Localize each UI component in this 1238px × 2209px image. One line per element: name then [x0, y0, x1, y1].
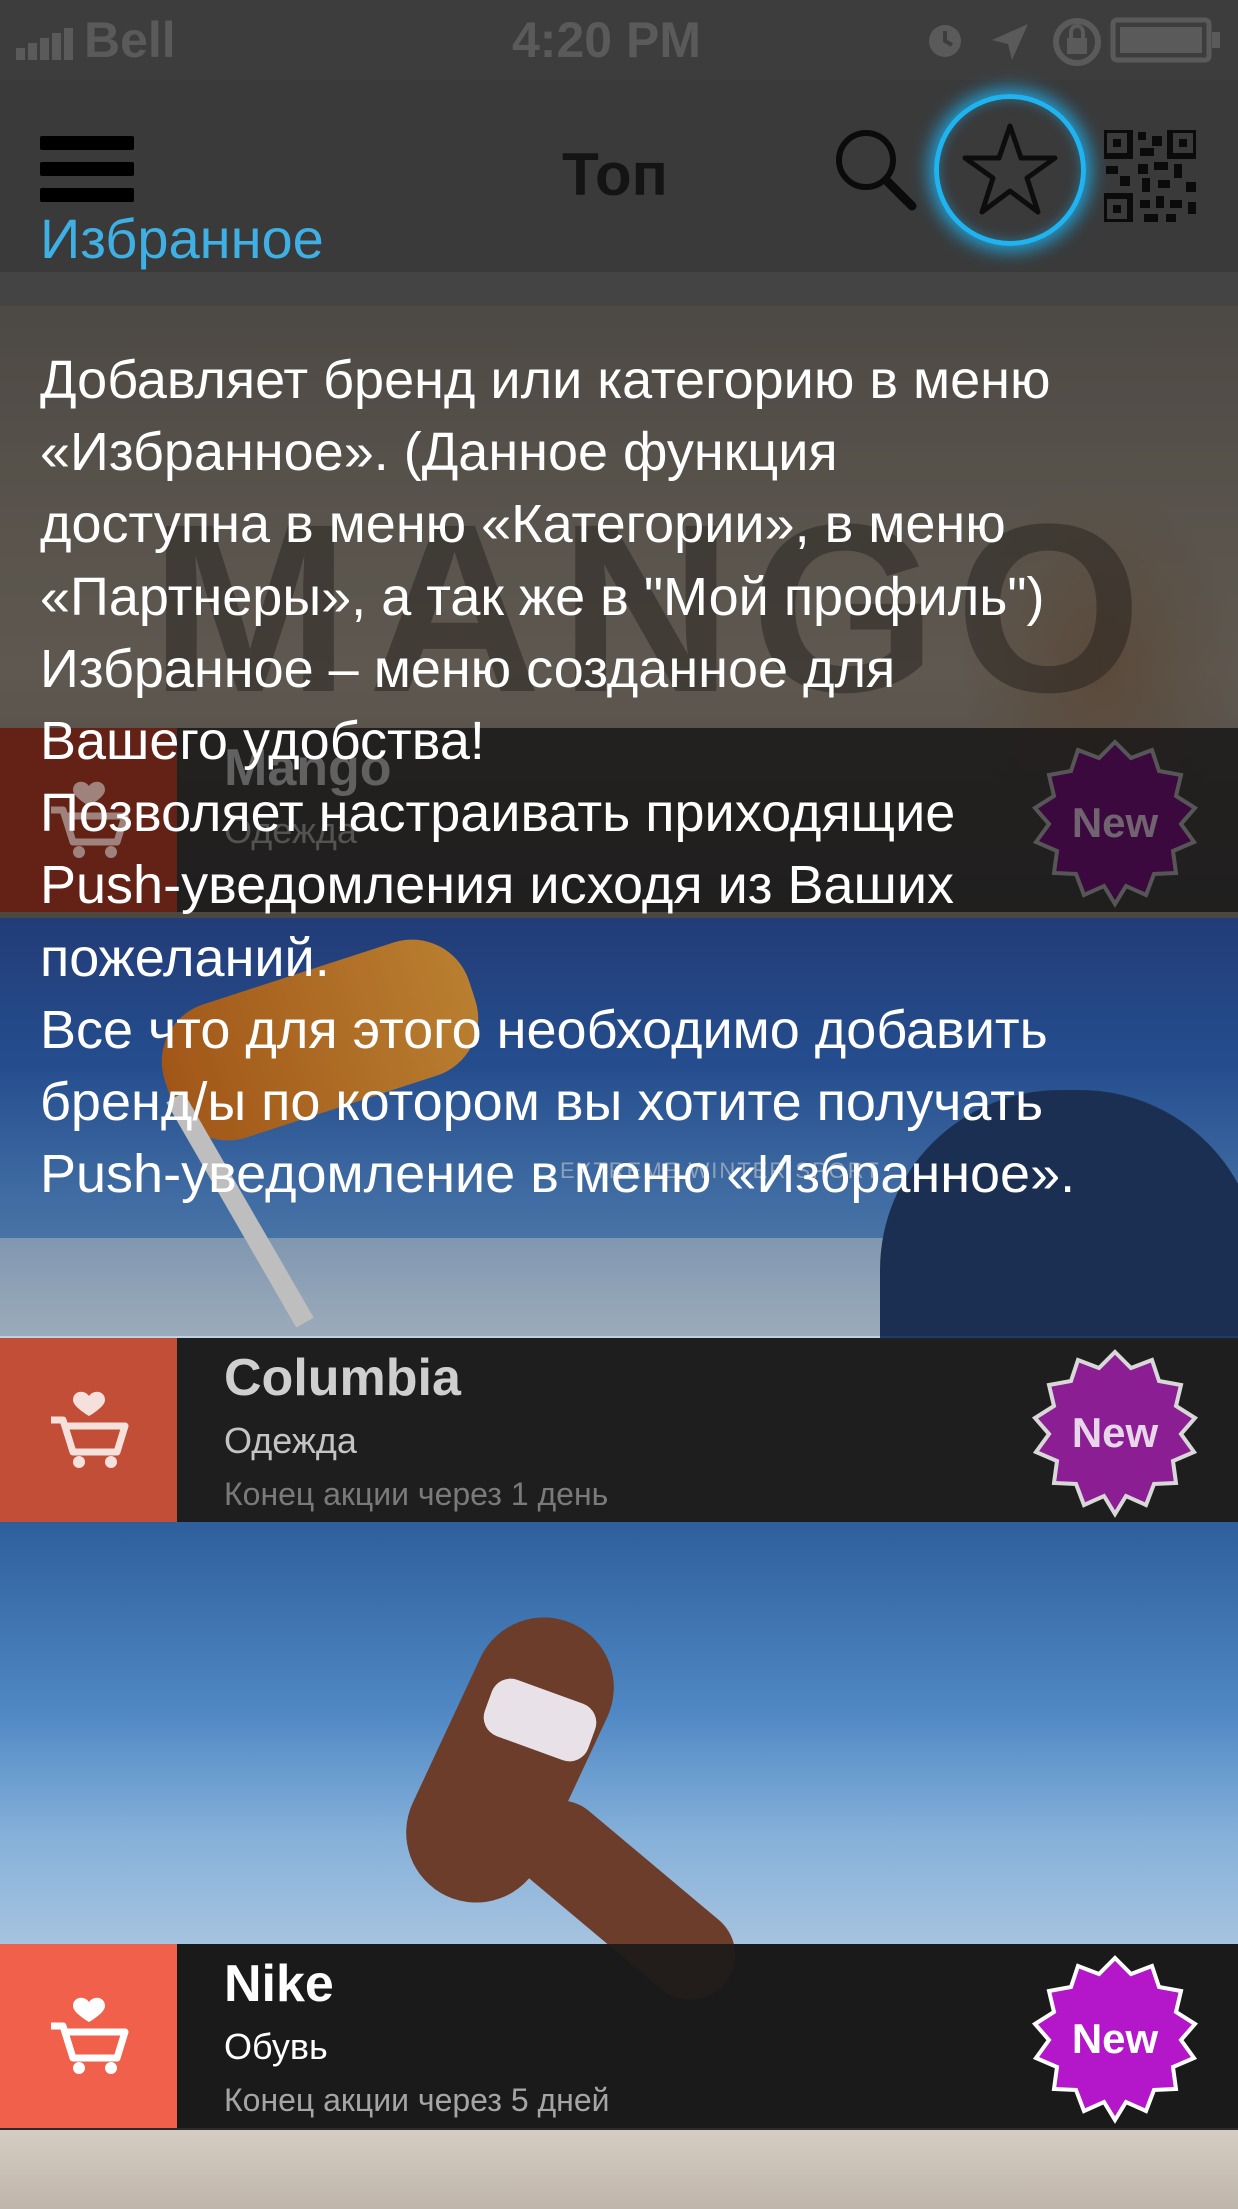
next-hero-image[interactable]: [0, 2130, 1238, 2209]
search-icon[interactable]: [830, 124, 918, 212]
nav-divider: [0, 272, 1238, 306]
favorites-label: Избранное: [40, 207, 324, 270]
tooltip-line: пожеланий.: [40, 927, 330, 988]
card-nike[interactable]: Nike Обувь Конец акции через 5 дней New: [0, 1944, 1238, 2128]
tooltip-line: Push-уведомления исходя из Ваших: [40, 855, 955, 916]
card-brand-name: Columbia: [224, 1349, 461, 1407]
tooltip-line: бренд/ы по котором вы хотите получать: [40, 1072, 1044, 1133]
add-to-cart-button[interactable]: [0, 1338, 177, 1522]
location-icon: [992, 24, 1028, 60]
page-title: Топ: [562, 141, 668, 208]
alarm-icon: [929, 25, 961, 57]
card-columbia[interactable]: Columbia Одежда Конец акции через 1 день…: [0, 1338, 1238, 1522]
badge-label: New: [1072, 1409, 1159, 1456]
starburst-badge-icon: New: [1031, 1349, 1199, 1518]
cart-heart-icon: [50, 1997, 128, 2074]
tooltip-line: «Партнеры», а так же в "Мой профиль"): [40, 566, 1045, 627]
card-category: Одежда: [224, 1420, 357, 1461]
tooltip-line: Избранное – меню созданное для: [40, 638, 896, 699]
tooltip-line: доступна в меню «Категории», в меню: [40, 494, 1006, 555]
tooltip-line: «Избранное». (Данное функция: [40, 422, 838, 483]
tooltip-line: Push-уведомление в меню «Избранное».: [40, 1144, 1076, 1205]
status-time: 4:20 PM: [512, 12, 701, 68]
cart-heart-icon: [50, 1391, 128, 1468]
rotation-lock-icon: [1053, 18, 1101, 66]
starburst-badge-icon: New: [1031, 1955, 1199, 2124]
badge-label: New: [1072, 2015, 1159, 2062]
status-bar: Bell 4:20 PM: [0, 0, 1238, 80]
tooltip-line: Добавляет бренд или категорию в меню: [40, 350, 1051, 410]
hamburger-icon[interactable]: [30, 124, 150, 214]
tooltip-line: Позволяет настраивать приходящие: [40, 783, 956, 844]
battery-icon: [1110, 17, 1220, 63]
add-to-cart-button[interactable]: [0, 1944, 177, 2128]
tooltip-line: Вашего удобства!: [40, 711, 485, 772]
carrier-name: Bell: [84, 12, 176, 68]
tooltip-line: Все что для этого необходимо добавить: [40, 999, 1048, 1060]
card-brand-name: Nike: [224, 1955, 334, 2013]
card-end-date: Конец акции через 5 дней: [224, 2082, 610, 2118]
star-icon: [962, 123, 1058, 215]
card-category: Обувь: [224, 2026, 328, 2067]
qr-code-icon[interactable]: [1104, 130, 1196, 222]
tutorial-tooltip-text: Добавляет бренд или категорию в меню «Из…: [40, 344, 1230, 1210]
card-end-date: Конец акции через 1 день: [224, 1476, 609, 1512]
favorite-star-button[interactable]: [934, 94, 1086, 246]
